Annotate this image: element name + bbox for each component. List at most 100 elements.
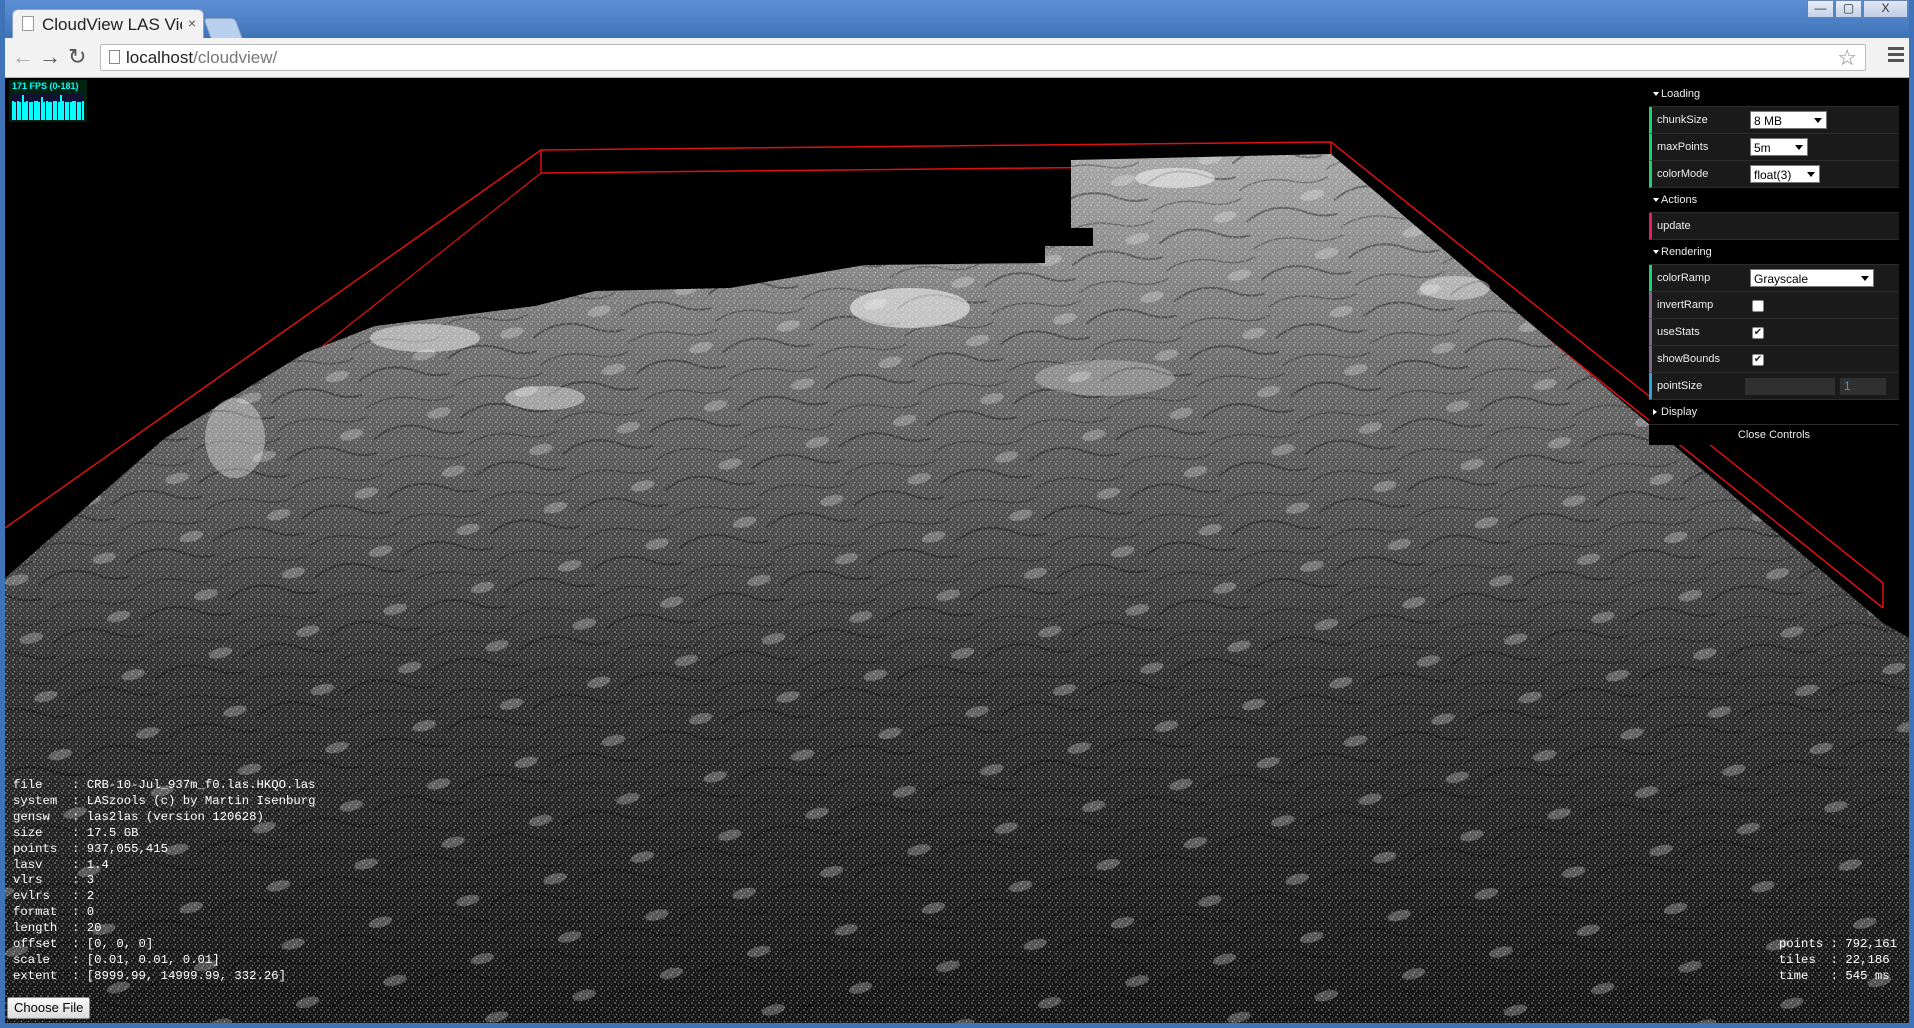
- url-path: /cloudview/: [193, 48, 278, 67]
- forest-patch: [1135, 168, 1215, 188]
- info-line: lasv : 1.4: [13, 858, 316, 874]
- colormode-control: colorMode float(3): [1649, 161, 1899, 188]
- colormode-value: float(3): [1754, 168, 1792, 182]
- invertramp-checkbox[interactable]: [1752, 300, 1764, 312]
- info-separator: :: [64, 952, 87, 967]
- info-line: size : 17.5 GB: [13, 826, 316, 842]
- pointsize-slider[interactable]: [1745, 378, 1835, 395]
- info-value: [0.01, 0.01, 0.01]: [86, 952, 220, 967]
- colormode-label: colorMode: [1657, 168, 1709, 180]
- info-line: gensw : las2las (version 120628): [13, 810, 316, 826]
- stats-key: time: [1778, 968, 1824, 983]
- info-separator: :: [64, 793, 87, 808]
- info-value: [0, 0, 0]: [86, 937, 154, 952]
- colormode-select[interactable]: float(3): [1750, 165, 1820, 183]
- render-stats-panel: points : 792,161 tiles : 22,186 time : 545…: [1779, 937, 1897, 985]
- maxpoints-control: maxPoints 5m: [1649, 134, 1899, 161]
- info-key: format: [13, 905, 65, 920]
- fps-graph: [12, 94, 84, 120]
- chevron-down-icon: [1795, 145, 1803, 150]
- info-separator: :: [64, 873, 87, 888]
- pointsize-input[interactable]: 1: [1840, 378, 1886, 395]
- close-window-button[interactable]: X: [1863, 0, 1908, 18]
- info-value: las2las (version 120628): [86, 809, 264, 824]
- info-separator: :: [64, 968, 87, 983]
- update-button[interactable]: update: [1649, 213, 1899, 240]
- reload-icon[interactable]: ↻: [68, 45, 86, 69]
- colorramp-select[interactable]: Grayscale: [1750, 269, 1874, 287]
- point-cloud-viewport[interactable]: 171 FPS (0-181) Loading chunkSize 8 MB m…: [5, 78, 1909, 1023]
- maxpoints-value: 5m: [1754, 141, 1771, 155]
- chunksize-select[interactable]: 8 MB: [1750, 111, 1827, 129]
- usestats-control: useStats ✔: [1649, 319, 1899, 346]
- forest-patch: [205, 398, 265, 478]
- colorramp-control: colorRamp Grayscale: [1649, 265, 1899, 292]
- info-key: lasv: [13, 857, 65, 872]
- info-key: size: [13, 825, 65, 840]
- choose-file-button[interactable]: Choose File: [7, 997, 91, 1019]
- menu-icon[interactable]: [1888, 47, 1904, 65]
- info-separator: :: [64, 825, 87, 840]
- back-arrow-icon[interactable]: ←: [12, 45, 34, 69]
- info-line: evlrs : 2: [13, 889, 316, 905]
- info-value: 1.4: [86, 857, 109, 872]
- controls-panel: Loading chunkSize 8 MB maxPoints 5m colo…: [1649, 82, 1899, 445]
- page-icon: [22, 16, 34, 31]
- window-controls: — ▢ X: [1806, 0, 1908, 18]
- close-controls-button[interactable]: Close Controls: [1649, 425, 1899, 445]
- browser-toolbar: ← → ↻ localhost/cloudview/ ☆: [0, 38, 1914, 78]
- forest-patch: [1420, 276, 1490, 300]
- stats-line: tiles : 22,186: [1779, 953, 1897, 969]
- folder-display[interactable]: Display: [1649, 400, 1899, 425]
- address-bar[interactable]: localhost/cloudview/ ☆: [100, 44, 1866, 71]
- invertramp-control: invertRamp: [1649, 292, 1899, 319]
- stats-key: tiles: [1778, 952, 1824, 967]
- fps-label: 171 FPS (0-181): [12, 81, 79, 91]
- chevron-down-icon: [1861, 276, 1869, 281]
- stats-line: points : 792,161: [1779, 937, 1897, 953]
- stats-separator: :: [1823, 952, 1846, 967]
- invertramp-label: invertRamp: [1657, 299, 1714, 311]
- folder-actions[interactable]: Actions: [1649, 188, 1899, 213]
- stats-value: 545 ms: [1845, 968, 1890, 983]
- chunksize-value: 8 MB: [1754, 114, 1783, 128]
- fps-meter[interactable]: 171 FPS (0-181): [9, 80, 87, 122]
- maximize-button[interactable]: ▢: [1835, 0, 1862, 18]
- info-separator: :: [64, 841, 87, 856]
- info-line: format : 0: [13, 905, 316, 921]
- info-key: evlrs: [13, 889, 65, 904]
- info-separator: :: [64, 905, 87, 920]
- info-key: gensw: [13, 809, 65, 824]
- info-value: 937,055,415: [86, 841, 168, 856]
- forest-patch: [1035, 360, 1175, 396]
- info-key: points: [13, 841, 65, 856]
- forward-arrow-icon[interactable]: →: [39, 45, 61, 69]
- url-text: localhost/cloudview/: [126, 48, 277, 68]
- info-value: [8999.99, 14999.99, 332.26]: [86, 968, 287, 983]
- info-separator: :: [64, 778, 87, 792]
- info-line: length : 20: [13, 921, 316, 937]
- info-separator: :: [64, 857, 87, 872]
- forest-patch: [370, 324, 480, 352]
- stats-line: time : 545 ms: [1779, 969, 1897, 985]
- tab-close-icon[interactable]: ×: [188, 15, 196, 31]
- usestats-label: useStats: [1657, 326, 1700, 338]
- minimize-button[interactable]: —: [1807, 0, 1834, 18]
- folder-loading[interactable]: Loading: [1649, 82, 1899, 107]
- info-key: system: [13, 793, 65, 808]
- stats-separator: :: [1823, 937, 1846, 951]
- info-separator: :: [64, 937, 87, 952]
- info-key: length: [13, 921, 65, 936]
- new-tab-button[interactable]: [203, 18, 243, 39]
- folder-rendering[interactable]: Rendering: [1649, 240, 1899, 265]
- info-separator: :: [64, 809, 87, 824]
- showbounds-control: showBounds ✔: [1649, 346, 1899, 373]
- usestats-checkbox[interactable]: ✔: [1752, 327, 1764, 339]
- info-key: offset: [13, 937, 65, 952]
- maxpoints-select[interactable]: 5m: [1750, 138, 1808, 156]
- showbounds-checkbox[interactable]: ✔: [1752, 354, 1764, 366]
- bookmark-star-icon[interactable]: ☆: [1837, 45, 1857, 71]
- browser-tab[interactable]: CloudView LAS View ×: [12, 9, 204, 38]
- update-label: update: [1657, 220, 1691, 232]
- chunksize-label: chunkSize: [1657, 114, 1708, 126]
